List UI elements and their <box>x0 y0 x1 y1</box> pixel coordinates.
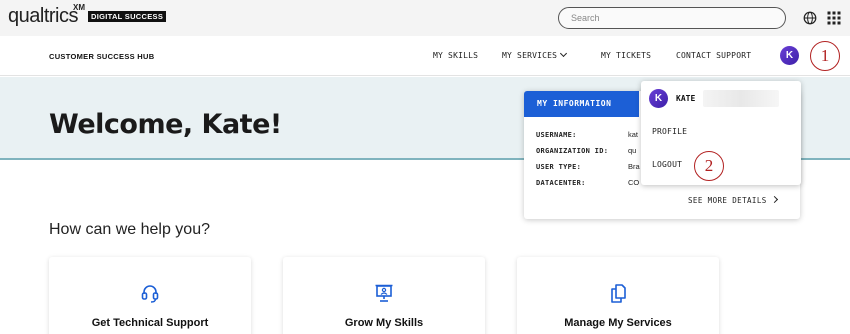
organization-id-value: qu <box>628 146 637 155</box>
see-more-details-link[interactable]: SEE MORE DETAILS <box>688 195 778 205</box>
card-label: Get Technical Support <box>91 317 209 329</box>
card-get-technical-support[interactable]: Get Technical Support <box>49 257 251 334</box>
annotation-step-2: 2 <box>694 151 724 181</box>
menu-item-logout[interactable]: LOGOUT <box>652 160 682 169</box>
help-question: How can we help you? <box>49 221 210 238</box>
organization-id-label: ORGANIZATION ID: <box>536 147 609 155</box>
presentation-icon <box>375 284 393 302</box>
my-information-header: MY INFORMATION <box>524 91 639 117</box>
logo-superscript: XM <box>73 3 85 12</box>
nav-my-services[interactable]: MY SERVICES <box>502 49 568 60</box>
card-manage-my-services[interactable]: Manage My Services <box>517 257 719 334</box>
card-grow-my-skills[interactable]: Grow My Skills <box>283 257 485 334</box>
dropdown-avatar: K <box>649 89 668 108</box>
nav-contact-support[interactable]: CONTACT SUPPORT <box>676 51 751 60</box>
chevron-right-icon <box>770 195 778 204</box>
page-title: Welcome, Kate! <box>49 109 282 140</box>
card-label: Manage My Services <box>564 317 672 329</box>
documents-icon <box>611 284 626 303</box>
user-type-label: USER TYPE: <box>536 163 582 171</box>
main-nav: CUSTOMER SUCCESS HUB MY SKILLS MY SERVIC… <box>0 36 850 76</box>
globe-icon[interactable] <box>803 11 817 25</box>
user-type-value: Bra <box>628 162 640 171</box>
user-avatar[interactable]: K <box>780 46 799 65</box>
nav-my-tickets[interactable]: MY TICKETS <box>601 51 651 60</box>
qualtrics-logo[interactable]: qualtrics <box>8 5 78 28</box>
nav-my-skills[interactable]: MY SKILLS <box>433 51 478 60</box>
dropdown-user-name: KATE <box>676 94 696 103</box>
menu-item-profile[interactable]: PROFILE <box>652 127 687 136</box>
search-input[interactable] <box>571 8 771 28</box>
chevron-down-icon <box>560 49 568 58</box>
hub-title[interactable]: CUSTOMER SUCCESS HUB <box>49 52 154 61</box>
datacenter-value: CO <box>628 178 640 187</box>
top-bar: qualtrics XM DIGITAL SUCCESS <box>0 0 850 36</box>
datacenter-label: DATACENTER: <box>536 179 586 187</box>
digital-success-badge: DIGITAL SUCCESS <box>88 11 167 22</box>
annotation-step-1: 1 <box>810 41 840 71</box>
username-value: kat <box>628 130 639 139</box>
username-label: USERNAME: <box>536 131 577 139</box>
card-label: Grow My Skills <box>344 317 424 329</box>
nav-my-services-label: MY SERVICES <box>502 51 558 60</box>
search-box[interactable] <box>558 7 786 29</box>
headset-icon <box>141 285 159 303</box>
redacted-name-area <box>703 90 779 107</box>
see-more-details-label: SEE MORE DETAILS <box>688 196 767 205</box>
apps-grid-icon[interactable] <box>827 11 841 25</box>
